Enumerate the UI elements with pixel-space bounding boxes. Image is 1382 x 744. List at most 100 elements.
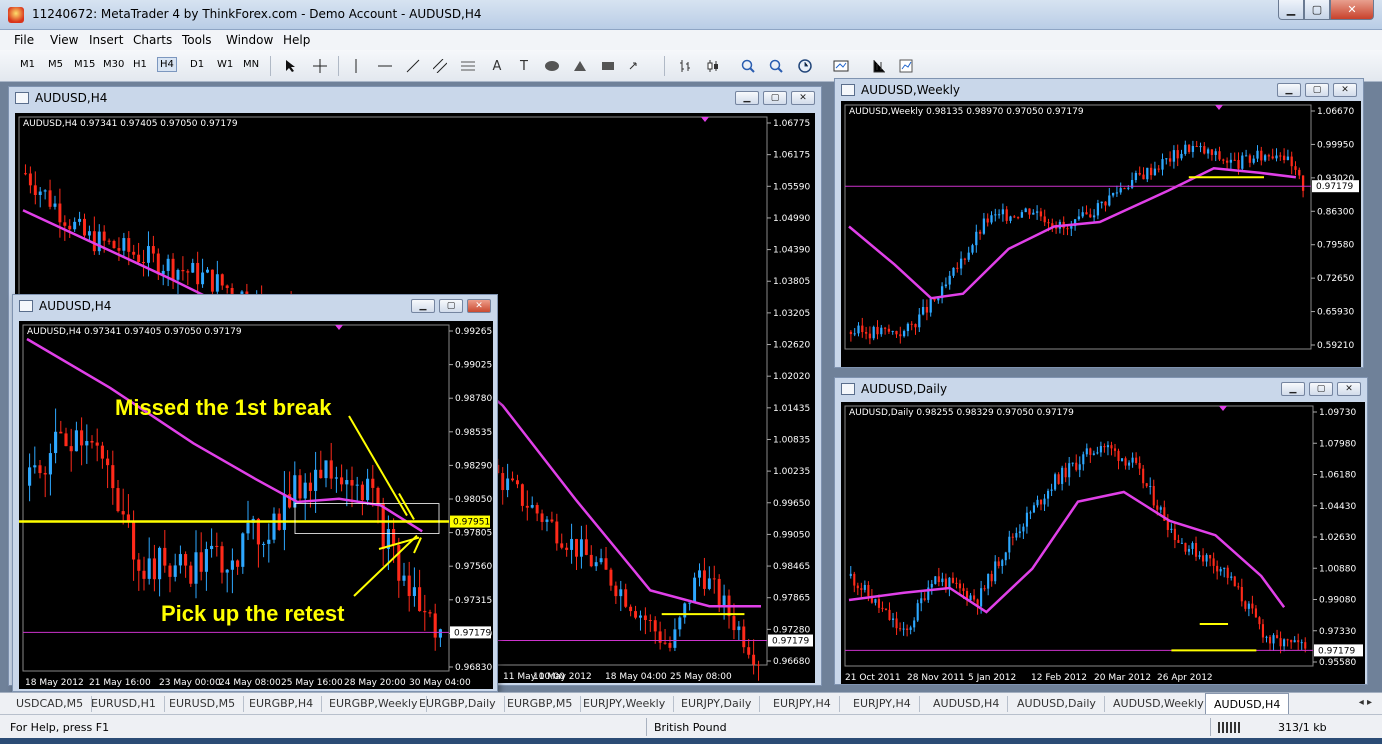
close-button[interactable]: ✕ bbox=[467, 299, 491, 313]
vertical-line-icon[interactable] bbox=[348, 58, 364, 74]
candle-body bbox=[899, 334, 902, 337]
chart-tab[interactable]: AUDUSD,Weekly bbox=[1105, 696, 1213, 712]
chart-window-daily[interactable]: AUDUSD,Daily ▁ ▢ ✕ 1.09730 1.07980 1.06180 1.… bbox=[834, 377, 1368, 685]
candle-body bbox=[64, 433, 68, 447]
chart-tab[interactable]: EURJPY,H4 bbox=[845, 696, 920, 712]
minimize-button[interactable]: ▁ bbox=[411, 299, 435, 313]
trendline-icon[interactable] bbox=[405, 58, 421, 74]
maximize-button[interactable]: ▢ bbox=[763, 91, 787, 105]
close-button[interactable]: ✕ bbox=[1333, 83, 1357, 97]
candle-body bbox=[303, 482, 307, 499]
minimize-button[interactable]: ▁ bbox=[735, 91, 759, 105]
menu-charts[interactable]: Charts bbox=[133, 33, 172, 47]
maximize-button[interactable]: ▢ bbox=[439, 299, 463, 313]
arrows-icon[interactable] bbox=[628, 58, 644, 74]
candle-body bbox=[1028, 208, 1031, 215]
zoom-in-icon[interactable] bbox=[740, 58, 756, 74]
chart-tab[interactable]: AUDUSD,H4 bbox=[925, 696, 1009, 712]
annotation-text-top: Missed the 1st break bbox=[115, 395, 332, 420]
timeframe-d1[interactable]: D1 bbox=[190, 59, 204, 70]
candle-body bbox=[58, 203, 62, 223]
candle-body bbox=[1096, 452, 1099, 454]
chart-window-weekly[interactable]: AUDUSD,Weekly ▁ ▢ ✕ 1.06670 0.99950 0.93020 0… bbox=[834, 78, 1364, 368]
chart-tab[interactable]: AUDUSD,Daily bbox=[1009, 696, 1105, 712]
candle-body bbox=[604, 558, 608, 570]
chart-tab[interactable]: EURJPY,Weekly bbox=[575, 696, 675, 712]
chart-tab[interactable]: EURUSD,M5 bbox=[161, 696, 245, 712]
rectangle-icon[interactable] bbox=[600, 58, 616, 74]
maximize-button[interactable]: ▢ bbox=[1305, 83, 1329, 97]
candle-body bbox=[43, 190, 47, 192]
periods-icon[interactable] bbox=[797, 58, 813, 74]
minimize-button[interactable]: ▁ bbox=[1281, 382, 1305, 396]
menu-file[interactable]: File bbox=[14, 33, 34, 47]
minimize-button[interactable]: ▁ bbox=[1277, 83, 1301, 97]
price-chart[interactable]: 0.99265 0.99025 0.98780 0.98535 0.98290 0.980… bbox=[19, 321, 493, 689]
chart-tab[interactable]: AUDUSD,H4 bbox=[1205, 693, 1290, 715]
candle-body bbox=[112, 241, 116, 249]
text-icon[interactable]: A bbox=[489, 58, 505, 74]
candle-body bbox=[663, 642, 667, 644]
triangle-icon[interactable] bbox=[572, 58, 588, 74]
timeframe-m15[interactable]: M15 bbox=[74, 59, 95, 70]
current-price-label: 0.97179 bbox=[454, 628, 491, 638]
cursor-icon[interactable] bbox=[283, 58, 299, 74]
timeframe-m30[interactable]: M30 bbox=[103, 59, 124, 70]
equidistant-channel-icon[interactable] bbox=[432, 58, 448, 74]
timeframe-mn[interactable]: MN bbox=[243, 59, 259, 70]
timeframe-m1[interactable]: M1 bbox=[20, 59, 35, 70]
menu-help[interactable]: Help bbox=[283, 33, 310, 47]
fibonacci-icon[interactable] bbox=[460, 58, 476, 74]
bar-chart-icon[interactable] bbox=[677, 58, 693, 74]
chart-properties-icon[interactable] bbox=[898, 58, 914, 74]
candle-body bbox=[934, 576, 937, 584]
candle-body bbox=[23, 173, 27, 175]
chart-tab[interactable]: EURGBP,H4 bbox=[241, 696, 323, 712]
candle-body bbox=[881, 607, 884, 609]
candlestick-icon[interactable] bbox=[705, 58, 721, 74]
zoom-out-icon[interactable] bbox=[768, 58, 784, 74]
window-buttons: ▁ ▢ ✕ bbox=[735, 91, 815, 105]
close-button[interactable]: ✕ bbox=[1330, 0, 1374, 20]
maximize-button[interactable]: ▢ bbox=[1309, 382, 1333, 396]
candle-body bbox=[1153, 168, 1157, 176]
candle-body bbox=[1209, 554, 1212, 559]
maximize-button[interactable]: ▢ bbox=[1304, 0, 1330, 20]
candle-body bbox=[959, 258, 963, 269]
price-chart[interactable]: 1.09730 1.07980 1.06180 1.04430 1.02630 1.008… bbox=[841, 402, 1365, 684]
templates-icon[interactable] bbox=[833, 58, 849, 74]
candle-body bbox=[225, 569, 229, 573]
horizontal-line-icon[interactable] bbox=[377, 58, 393, 74]
chart-tab[interactable]: EURUSD,H1 bbox=[83, 696, 165, 712]
menu-window[interactable]: Window bbox=[226, 33, 273, 47]
menu-tools[interactable]: Tools bbox=[182, 33, 212, 47]
candle-body bbox=[874, 599, 877, 603]
candle-body bbox=[28, 173, 32, 186]
ellipse-icon[interactable] bbox=[544, 58, 560, 74]
text-label-icon[interactable]: T bbox=[516, 58, 532, 74]
chart-window-h4-zoom[interactable]: AUDUSD,H4 ▁ ▢ ✕ 0.99265 0.99025 0.98780 0.985… bbox=[12, 294, 498, 692]
price-label: 0.99265 bbox=[455, 327, 492, 337]
tab-scroll-arrows-icon[interactable]: ◂ ▸ bbox=[1359, 697, 1372, 708]
close-button[interactable]: ✕ bbox=[791, 91, 815, 105]
chart-tab[interactable]: EURJPY,H4 bbox=[765, 696, 840, 712]
close-button[interactable]: ✕ bbox=[1337, 382, 1361, 396]
candle-body bbox=[948, 275, 951, 285]
minimize-button[interactable]: ▁ bbox=[1278, 0, 1304, 20]
crosshair-icon[interactable] bbox=[312, 58, 328, 74]
timeframe-m5[interactable]: M5 bbox=[48, 59, 63, 70]
price-label: 1.04390 bbox=[773, 246, 810, 256]
chart-tab[interactable]: USDCAD,M5 bbox=[8, 696, 93, 712]
menu-view[interactable]: View bbox=[50, 33, 78, 47]
chart-tab[interactable]: EURGBP,M5 bbox=[499, 696, 582, 712]
indicators-icon[interactable] bbox=[871, 58, 887, 74]
menu-insert[interactable]: Insert bbox=[89, 33, 123, 47]
price-chart[interactable]: 1.06670 0.99950 0.93020 0.86300 0.79580 0.726… bbox=[841, 101, 1361, 367]
timeframe-w1[interactable]: W1 bbox=[217, 59, 233, 70]
chart-tab[interactable]: EURGBP,Daily bbox=[411, 696, 505, 712]
timeframe-h1[interactable]: H1 bbox=[133, 59, 147, 70]
timeframe-h4[interactable]: H4 bbox=[157, 57, 177, 72]
chart-tab[interactable]: EURJPY,Daily bbox=[673, 696, 761, 712]
candle-body bbox=[308, 482, 312, 491]
candle-body bbox=[1205, 554, 1208, 562]
